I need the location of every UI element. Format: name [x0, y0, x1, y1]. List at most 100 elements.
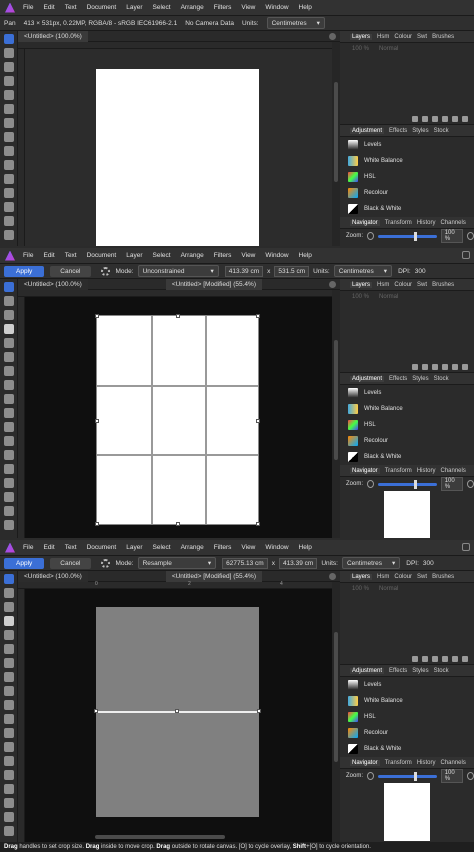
- blend-mode[interactable]: Normal: [379, 46, 398, 52]
- crop-height-field[interactable]: 413.39 cm: [278, 557, 318, 569]
- dodge-tool-icon[interactable]: [3, 202, 14, 212]
- menu-text[interactable]: Text: [65, 544, 77, 551]
- erase-brush-icon[interactable]: [3, 728, 14, 738]
- layer-action-icon[interactable]: [462, 656, 468, 662]
- selection-brush-icon[interactable]: [3, 338, 14, 348]
- layer-action-icon[interactable]: [442, 656, 448, 662]
- tab-stock[interactable]: Stock: [434, 128, 449, 134]
- crop-handle[interactable]: [176, 314, 180, 318]
- tab-untitled[interactable]: <Untitled> (100.0%): [18, 570, 88, 582]
- fill-tool-icon[interactable]: [3, 146, 14, 156]
- close-icon[interactable]: [329, 33, 336, 40]
- crop-handle[interactable]: [94, 709, 98, 713]
- shape-tool-icon[interactable]: [3, 812, 14, 822]
- tab-swatches[interactable]: Swt: [417, 282, 427, 288]
- tab-untitled[interactable]: <Untitled> (100.0%): [18, 278, 88, 290]
- shape-tool-icon[interactable]: [3, 520, 14, 530]
- layer-action-icon[interactable]: [432, 364, 438, 370]
- crop-area[interactable]: [94, 607, 261, 817]
- tab-swatches[interactable]: Swt: [417, 574, 427, 580]
- menu-select[interactable]: Select: [153, 252, 171, 259]
- adjustment-recolour[interactable]: Recolour: [340, 433, 474, 449]
- zoom-out-icon[interactable]: [367, 480, 375, 488]
- zoom-value[interactable]: 100 %: [440, 769, 463, 783]
- tab-navigator[interactable]: Navigator: [350, 219, 380, 226]
- menu-help[interactable]: Help: [299, 252, 312, 259]
- zoom-in-icon[interactable]: [466, 772, 474, 780]
- layer-action-icon[interactable]: [412, 364, 418, 370]
- marquee-tool-icon[interactable]: [3, 658, 14, 668]
- vertical-scrollbar[interactable]: [332, 582, 340, 842]
- tab-stock[interactable]: Stock: [434, 376, 449, 382]
- tab-untitled[interactable]: <Untitled> (100.0%): [18, 30, 88, 42]
- color-picker-tool-icon[interactable]: [3, 602, 14, 612]
- dpi-value[interactable]: 300: [423, 560, 434, 567]
- crop-tool-icon[interactable]: [3, 616, 14, 626]
- tab-history[interactable]: History: [417, 760, 436, 766]
- layer-action-icon[interactable]: [462, 364, 468, 370]
- tab-swatches[interactable]: Swt: [417, 34, 427, 40]
- tab-histogram[interactable]: Hsm: [377, 282, 389, 288]
- menu-help[interactable]: Help: [299, 4, 312, 11]
- layer-action-icon[interactable]: [412, 656, 418, 662]
- tab-colour[interactable]: Colour: [394, 34, 412, 40]
- adjustment-black-white[interactable]: Black & White: [340, 741, 474, 757]
- adjustment-hsl[interactable]: HSL: [340, 169, 474, 185]
- crop-handle[interactable]: [257, 709, 261, 713]
- menu-layer[interactable]: Layer: [126, 252, 142, 259]
- menu-layer[interactable]: Layer: [126, 4, 142, 11]
- tab-colour[interactable]: Colour: [394, 574, 412, 580]
- menu-arrange[interactable]: Arrange: [181, 252, 204, 259]
- tab-layers[interactable]: Layers: [350, 281, 373, 288]
- fill-tool-icon[interactable]: [3, 394, 14, 404]
- menu-filters[interactable]: Filters: [214, 544, 232, 551]
- selection-brush-icon[interactable]: [3, 90, 14, 100]
- zoom-slider[interactable]: [378, 479, 437, 489]
- tab-channels[interactable]: Channels: [440, 760, 465, 766]
- zoom-out-icon[interactable]: [367, 232, 375, 240]
- blur-brush-icon[interactable]: [3, 770, 14, 780]
- sharpen-brush-icon[interactable]: [3, 784, 14, 794]
- layer-action-icon[interactable]: [442, 364, 448, 370]
- selection-brush-icon[interactable]: [3, 630, 14, 640]
- fill-tool-icon[interactable]: [3, 686, 14, 696]
- crop-tool-icon[interactable]: [3, 76, 14, 86]
- layer-action-icon[interactable]: [452, 656, 458, 662]
- tab-layers[interactable]: Layers: [350, 573, 373, 580]
- freehand-select-icon[interactable]: [3, 672, 14, 682]
- zoom-slider[interactable]: [378, 231, 437, 241]
- tab-colour[interactable]: Colour: [394, 282, 412, 288]
- opacity-value[interactable]: 100 %: [352, 46, 369, 52]
- crop-area[interactable]: [95, 314, 260, 526]
- adjustment-levels[interactable]: Levels: [340, 137, 474, 153]
- crop-width-field[interactable]: 62775.13 cm: [222, 557, 268, 569]
- zoom-out-icon[interactable]: [367, 772, 375, 780]
- menu-window[interactable]: Window: [265, 544, 288, 551]
- menu-view[interactable]: View: [241, 544, 255, 551]
- zoom-value[interactable]: 100 %: [440, 229, 463, 243]
- horizontal-scrollbar[interactable]: [95, 835, 225, 839]
- tab-navigator[interactable]: Navigator: [350, 759, 380, 766]
- blur-brush-icon[interactable]: [3, 478, 14, 488]
- apply-button[interactable]: Apply: [4, 265, 45, 277]
- canvas-area[interactable]: [25, 297, 332, 538]
- dodge-tool-icon[interactable]: [3, 742, 14, 752]
- tab-histogram[interactable]: Hsm: [377, 574, 389, 580]
- tab-transform[interactable]: Transform: [385, 760, 412, 766]
- tab-layers[interactable]: Layers: [350, 33, 373, 40]
- units-select[interactable]: Centimetres ▾: [266, 17, 325, 29]
- vertical-scrollbar[interactable]: [332, 42, 340, 246]
- flood-select-icon[interactable]: [3, 104, 14, 114]
- erase-brush-icon[interactable]: [3, 436, 14, 446]
- pen-tool-icon[interactable]: [3, 506, 14, 516]
- tab-untitled-modified[interactable]: <Untitled> [Modified] (55.4%): [165, 570, 262, 582]
- layer-action-icon[interactable]: [422, 116, 428, 122]
- units-select[interactable]: Centimetres ▾: [333, 265, 393, 277]
- gradient-tool-icon[interactable]: [3, 160, 14, 170]
- dpi-value[interactable]: 300: [415, 268, 426, 275]
- menu-filters[interactable]: Filters: [214, 252, 232, 259]
- tab-effects[interactable]: Effects: [389, 376, 407, 382]
- tab-brushes[interactable]: Brushes: [432, 282, 454, 288]
- layer-action-icon[interactable]: [422, 364, 428, 370]
- adjustment-black-white[interactable]: Black & White: [340, 449, 474, 465]
